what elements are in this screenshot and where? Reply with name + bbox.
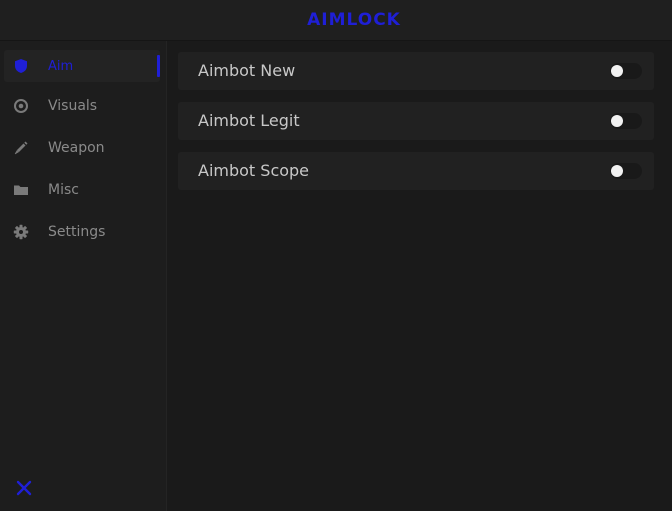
- sidebar-item-visuals[interactable]: Visuals: [4, 90, 160, 122]
- sidebar: Aim Visuals Weapon Misc Settings: [0, 41, 167, 511]
- sidebar-item-label: Visuals: [48, 98, 98, 114]
- close-icon[interactable]: [14, 478, 34, 498]
- toggle-knob: [611, 115, 623, 127]
- sidebar-item-label: Aim: [48, 58, 74, 74]
- option-aimbot-new: Aimbot New: [178, 52, 654, 90]
- aimbot-scope-toggle[interactable]: [610, 163, 642, 179]
- sidebar-item-label: Settings: [48, 224, 106, 240]
- syringe-icon: [14, 141, 28, 155]
- eye-target-icon: [14, 99, 28, 113]
- app-title: AIMLOCK: [307, 10, 401, 30]
- option-label: Aimbot New: [198, 61, 296, 80]
- sidebar-item-label: Weapon: [48, 140, 105, 156]
- sidebar-item-weapon[interactable]: Weapon: [4, 132, 160, 164]
- toggle-knob: [611, 65, 623, 77]
- sidebar-item-label: Misc: [48, 182, 79, 198]
- aimbot-legit-toggle[interactable]: [610, 113, 642, 129]
- sidebar-item-aim[interactable]: Aim: [4, 50, 160, 82]
- option-aimbot-legit: Aimbot Legit: [178, 102, 654, 140]
- folder-icon: [14, 185, 28, 195]
- option-label: Aimbot Scope: [198, 161, 310, 180]
- toggle-knob: [611, 165, 623, 177]
- aimbot-new-toggle[interactable]: [610, 63, 642, 79]
- title-bar: AIMLOCK: [0, 0, 672, 41]
- gear-icon: [13, 224, 29, 240]
- shield-icon: [15, 59, 27, 73]
- option-aimbot-scope: Aimbot Scope: [178, 152, 654, 190]
- option-label: Aimbot Legit: [198, 111, 300, 130]
- sidebar-item-settings[interactable]: Settings: [4, 216, 160, 248]
- active-indicator: [157, 55, 160, 77]
- sidebar-item-misc[interactable]: Misc: [4, 174, 160, 206]
